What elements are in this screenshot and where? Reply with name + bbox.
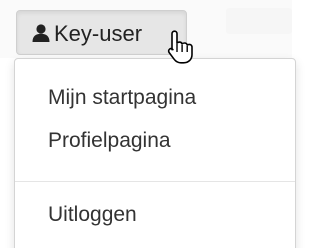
user-icon xyxy=(31,23,51,43)
screen: Key-user Mijn startpagina Profielpagina … xyxy=(0,0,296,248)
user-menu-button[interactable]: Key-user xyxy=(16,10,187,55)
user-menu-button-label: Key-user xyxy=(54,21,143,46)
hand-pointer-cursor-icon xyxy=(166,29,196,65)
toolbar-placeholder xyxy=(226,8,292,34)
menu-item-mijn-startpagina[interactable]: Mijn startpagina xyxy=(48,86,196,110)
menu-divider xyxy=(15,181,295,182)
menu-item-profielpagina[interactable]: Profielpagina xyxy=(48,129,171,153)
menu-item-uitloggen[interactable]: Uitloggen xyxy=(48,203,137,227)
user-dropdown-menu: Mijn startpagina Profielpagina Uitloggen xyxy=(14,58,296,248)
